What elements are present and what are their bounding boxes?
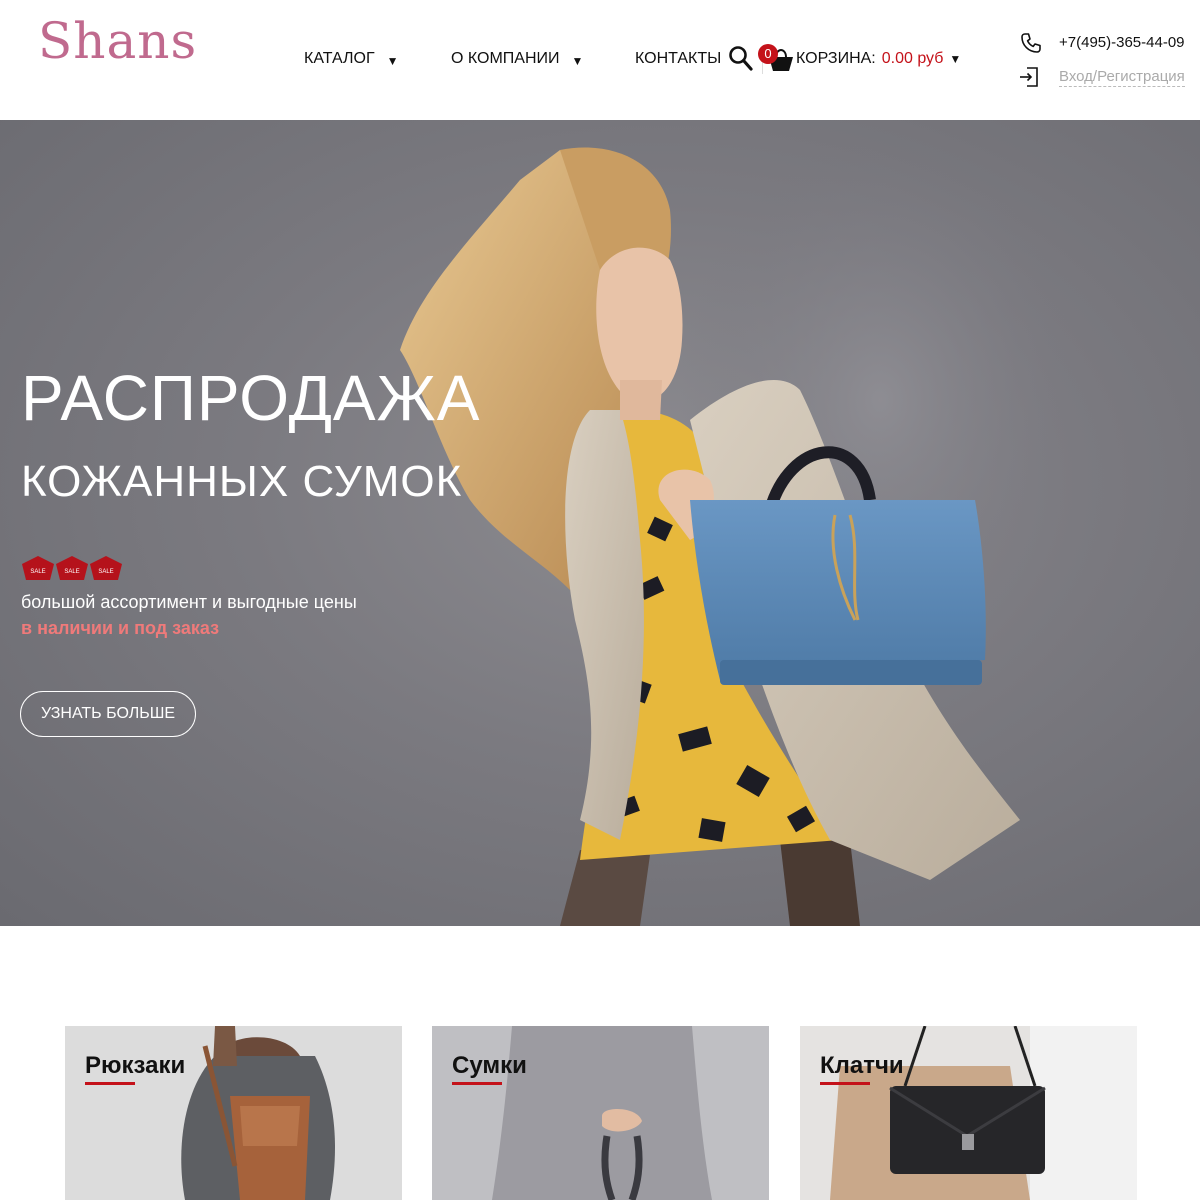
cart-label: КОРЗИНА:	[796, 50, 876, 67]
hero-model-image	[400, 140, 1080, 926]
svg-text:SALE: SALE	[64, 569, 79, 575]
category-underline	[85, 1082, 135, 1085]
hero-accent-text: в наличии и под заказ	[21, 618, 220, 638]
svg-text:SALE: SALE	[30, 569, 45, 575]
category-title: Рюкзаки	[85, 1052, 186, 1079]
nav-company[interactable]: О КОМПАНИИ ▼	[451, 50, 583, 68]
cart-link[interactable]: КОРЗИНА: 0.00 руб ▼	[796, 50, 961, 68]
category-title: Сумки	[452, 1052, 527, 1079]
learn-more-button[interactable]: УЗНАТЬ БОЛЬШЕ	[20, 691, 196, 737]
login-register-link[interactable]: Вход/Регистрация	[1059, 68, 1185, 87]
chevron-down-icon: ▼	[949, 52, 962, 66]
category-title: Клатчи	[820, 1052, 904, 1079]
svg-text:SALE: SALE	[98, 569, 113, 575]
nav-company-label: О КОМПАНИИ	[451, 50, 560, 67]
nav-catalog[interactable]: КАТАЛОГ ▼	[304, 50, 399, 68]
category-card-bags[interactable]: Сумки	[432, 1026, 769, 1200]
search-icon[interactable]	[728, 45, 754, 73]
hero-banner: РАСПРОДАЖА КОЖАННЫХ СУМОК SALE SALE SALE…	[0, 120, 1200, 926]
chevron-down-icon: ▼	[386, 54, 399, 68]
category-underline	[820, 1082, 870, 1085]
site-header: Shans КАТАЛОГ ▼ О КОМПАНИИ ▼ КОНТАКТЫ 0 КО…	[0, 0, 1200, 120]
logo[interactable]: Shans	[38, 16, 197, 66]
sale-tags-icon: SALE SALE SALE	[22, 556, 122, 580]
hero-title: РАСПРОДАЖА	[21, 362, 481, 434]
phone-number[interactable]: +7(495)-365-44-09	[1059, 34, 1185, 51]
category-underline	[452, 1082, 502, 1085]
chevron-down-icon: ▼	[571, 54, 584, 68]
hero-description: большой ассортимент и выгодные цены	[21, 592, 357, 612]
nav-catalog-label: КАТАЛОГ	[304, 50, 375, 67]
category-card-clutches[interactable]: Клатчи	[800, 1026, 1137, 1200]
category-card-backpacks[interactable]: Рюкзаки	[65, 1026, 402, 1200]
cart-sum: 0.00 руб	[881, 50, 944, 67]
cart-count-badge: 0	[758, 44, 778, 64]
hero-subtitle: КОЖАННЫХ СУМОК	[21, 457, 463, 506]
phone-icon	[1021, 33, 1041, 53]
nav-contacts[interactable]: КОНТАКТЫ	[635, 50, 721, 68]
nav-contacts-label: КОНТАКТЫ	[635, 50, 722, 67]
login-icon	[1020, 67, 1038, 87]
